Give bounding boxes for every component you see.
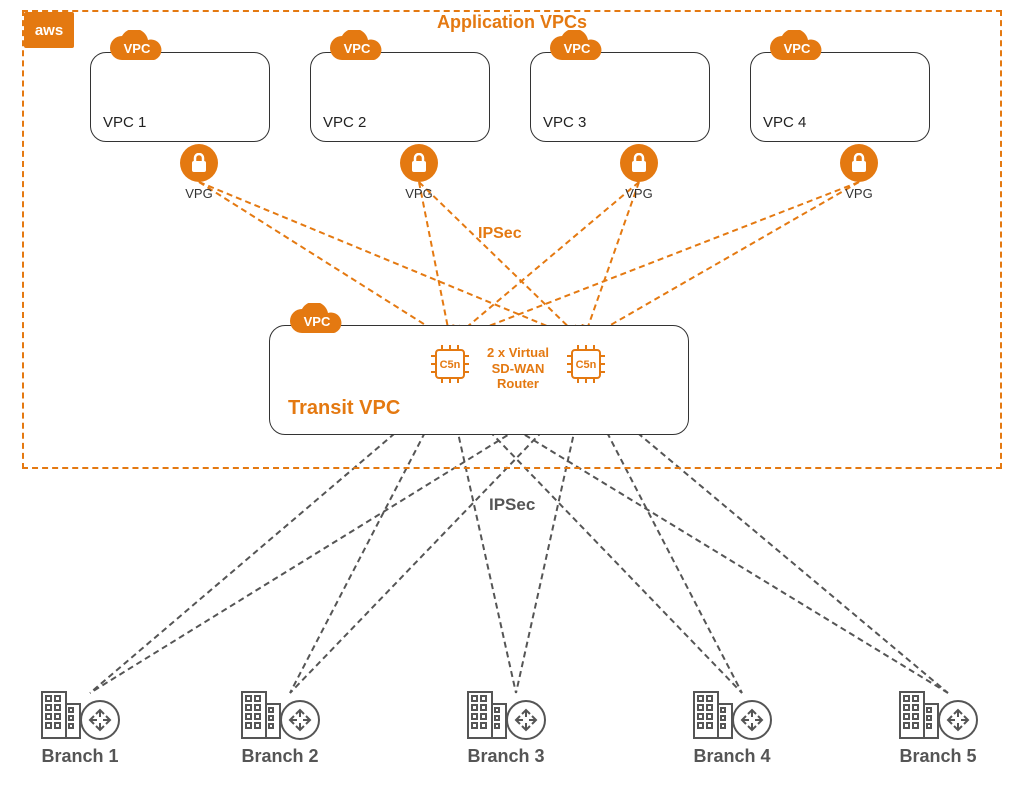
branch-label-5: Branch 5 (878, 746, 998, 767)
vpc-cloud-icon-3: VPC (548, 30, 606, 68)
router-chip-1-icon: C5n (430, 344, 470, 384)
vpc-badge-text-4: VPC (784, 41, 811, 56)
router-caption-l1: 2 x Virtual (477, 345, 559, 361)
vpg-lock-icon-4 (840, 144, 878, 182)
vpg-lock-icon-1 (180, 144, 218, 182)
vpg-lock-icon-3 (620, 144, 658, 182)
vpc-label-3: VPC 3 (543, 114, 586, 131)
vpc-cloud-icon-2: VPC (328, 30, 386, 68)
vpc-label-4: VPC 4 (763, 114, 806, 131)
branch-5: Branch 5 (878, 690, 998, 767)
branch-1: Branch 1 (20, 690, 140, 767)
vpg-label-1: VPG (180, 186, 218, 201)
building-icon-4 (692, 690, 734, 740)
vpg-label-4: VPG (840, 186, 878, 201)
branch-3: Branch 3 (446, 690, 566, 767)
branch-router-icon-5 (938, 700, 978, 740)
vpc-label-2: VPC 2 (323, 114, 366, 131)
transit-badge-text: VPC (304, 314, 331, 329)
vpg-lock-icon-2 (400, 144, 438, 182)
branch-4: Branch 4 (672, 690, 792, 767)
chip2-text: C5n (576, 359, 597, 371)
vpc-badge-text-1: VPC (124, 41, 151, 56)
branch-label-2: Branch 2 (220, 746, 340, 767)
vpc-badge-text-2: VPC (344, 41, 371, 56)
vpg-label-2: VPG (400, 186, 438, 201)
branch-label-3: Branch 3 (446, 746, 566, 767)
vpc-cloud-icon-1: VPC (108, 30, 166, 68)
building-icon-2 (240, 690, 282, 740)
transit-cloud-icon: VPC (288, 303, 346, 341)
chip1-text: C5n (440, 359, 461, 371)
branch-label-4: Branch 4 (672, 746, 792, 767)
building-icon-1 (40, 690, 82, 740)
router-caption-l2: SD-WAN (477, 361, 559, 377)
building-icon-3 (466, 690, 508, 740)
ipsec-label-upper: IPSec (478, 225, 522, 243)
branch-router-icon-4 (732, 700, 772, 740)
vpc-label-1: VPC 1 (103, 114, 146, 131)
branch-label-1: Branch 1 (20, 746, 140, 767)
branch-2: Branch 2 (220, 690, 340, 767)
branch-router-icon-3 (506, 700, 546, 740)
transit-vpc-label: Transit VPC (288, 397, 400, 420)
router-chip-2-icon: C5n (566, 344, 606, 384)
vpc-badge-text-3: VPC (564, 41, 591, 56)
router-caption: 2 x Virtual SD-WAN Router (477, 345, 559, 392)
branch-router-icon-2 (280, 700, 320, 740)
router-caption-l3: Router (477, 376, 559, 392)
building-icon-5 (898, 690, 940, 740)
ipsec-label-lower: IPSec (489, 495, 535, 515)
branch-router-icon-1 (80, 700, 120, 740)
vpg-label-3: VPG (620, 186, 658, 201)
vpc-cloud-icon-4: VPC (768, 30, 826, 68)
